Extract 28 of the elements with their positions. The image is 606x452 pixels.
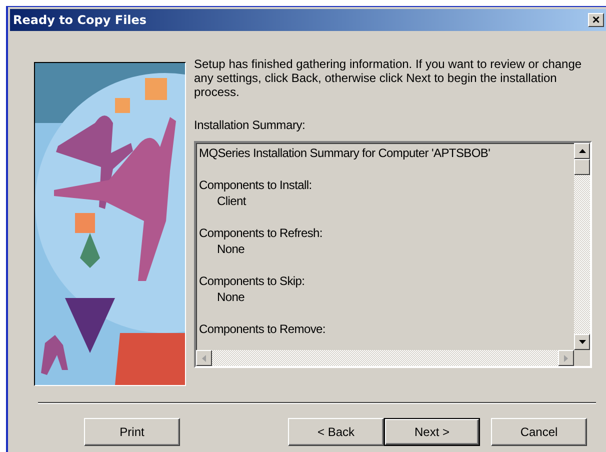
- close-button[interactable]: ×: [588, 13, 604, 27]
- instructions-text: Setup has finished gathering information. If you want to review or change any settings, click Back, otherwise click Next to begin the installation process.: [194, 57, 583, 99]
- dialog-button[interactable]: < Back: [288, 418, 384, 446]
- summary-heading: Components to Skip:: [199, 273, 306, 289]
- summary-value: None: [216, 289, 246, 305]
- summary-text-box[interactable]: MQSeries Installation Summary for Computer 'APTSBOB' Components to Install: Client Components to Refresh: None Components to Skip: None Components to Remove:: [194, 141, 592, 368]
- summary-heading: Components to Remove:: [199, 321, 326, 337]
- dialog-button[interactable]: Cancel: [491, 418, 587, 446]
- left-triangle-icon: [202, 354, 206, 362]
- down-triangle-icon: [578, 340, 586, 344]
- right-triangle-icon: [564, 354, 568, 362]
- dialog-button[interactable]: Next >: [384, 418, 480, 446]
- vertical-scrollbar[interactable]: [574, 143, 590, 350]
- scroll-thumb[interactable]: [574, 159, 590, 175]
- up-triangle-icon: [578, 149, 586, 153]
- scroll-left-button[interactable]: [196, 350, 212, 366]
- summary-label: Installation Summary:: [194, 118, 306, 132]
- scroll-up-button[interactable]: [574, 143, 590, 159]
- scroll-right-button[interactable]: [558, 350, 574, 366]
- summary-heading: MQSeries Installation Summary for Computer 'APTSBOB': [199, 145, 492, 161]
- summary-heading: Components to Install:: [199, 177, 313, 193]
- summary-value: None: [216, 241, 246, 257]
- horizontal-scrollbar[interactable]: [196, 350, 574, 366]
- dialog-button[interactable]: Print: [84, 418, 180, 446]
- scroll-down-button[interactable]: [574, 334, 590, 350]
- summary-heading: Components to Refresh:: [199, 225, 324, 241]
- window-title: Ready to Copy Files: [13, 13, 147, 27]
- summary-value: Client: [216, 193, 248, 209]
